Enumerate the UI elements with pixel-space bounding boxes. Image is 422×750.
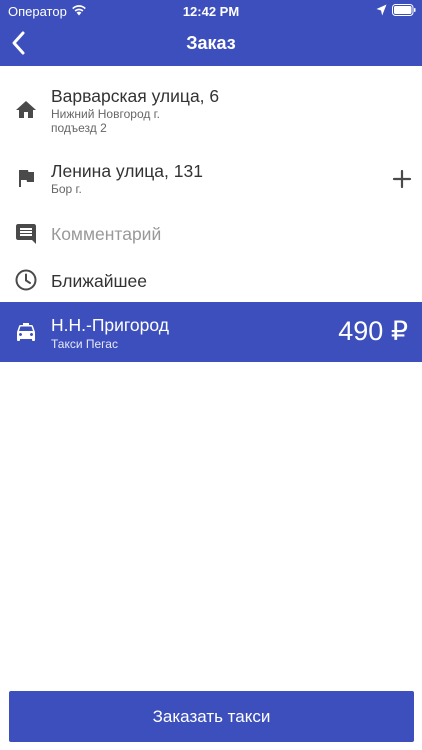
comment-row[interactable]: Комментарий	[0, 214, 422, 254]
home-icon	[16, 101, 36, 118]
comment-icon	[16, 224, 36, 244]
taxi-icon	[17, 323, 35, 341]
tariff-provider: Такси Пегас	[51, 337, 118, 351]
add-stop-plus-icon[interactable]	[391, 168, 413, 190]
flag-icon	[19, 170, 34, 187]
clock-icon	[15, 269, 37, 291]
time-row[interactable]: Ближайшее	[0, 262, 422, 300]
tariff-price: 490 ₽	[338, 316, 408, 346]
header: Оператор 12:42 PM Заказ	[0, 0, 422, 66]
location-arrow-icon	[376, 4, 387, 16]
destination-city: Бор г.	[51, 182, 82, 196]
comment-input[interactable]: Комментарий	[51, 224, 161, 245]
pickup-address-row[interactable]: Варварская улица, 6 Нижний Новгород г. п…	[0, 78, 422, 140]
status-time: 12:42 PM	[182, 4, 240, 19]
pickup-address: Варварская улица, 6	[51, 86, 220, 106]
status-bar: Оператор 12:42 PM	[0, 0, 422, 22]
tariff-name: Н.Н.-Пригород	[51, 315, 169, 335]
battery-icon	[392, 4, 416, 16]
page-title: Заказ	[186, 33, 236, 53]
destination-address-row[interactable]: Ленина улица, 131 Бор г.	[0, 150, 422, 200]
pickup-city: Нижний Новгород г.	[51, 107, 160, 121]
pickup-entrance: подъезд 2	[51, 121, 107, 135]
order-taxi-button[interactable]: Заказать такси	[9, 691, 414, 742]
time-label: Ближайшее	[51, 271, 147, 291]
destination-address: Ленина улица, 131	[51, 161, 203, 181]
tariff-selection[interactable]: Н.Н.-Пригород Такси Пегас 490 ₽	[0, 302, 422, 362]
